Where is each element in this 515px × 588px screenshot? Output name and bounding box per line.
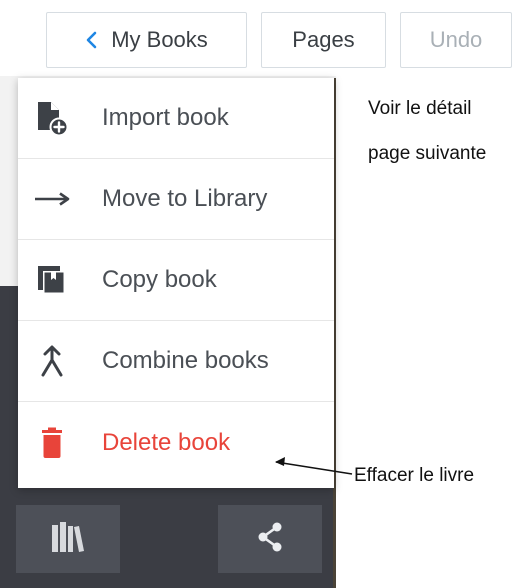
menu-item-import-book[interactable]: Import book [18,78,334,159]
menu-item-delete-book[interactable]: Delete book [18,402,334,483]
import-book-icon [32,98,72,138]
library-icon [49,520,87,559]
my-books-button[interactable]: My Books [46,12,247,68]
pages-label: Pages [292,27,355,52]
menu-item-label: Combine books [102,347,269,374]
menu-item-label: Delete book [102,428,231,456]
book-actions-menu: Import book Move to Library Copy book Co… [18,78,334,488]
annotation-see-detail: Voir le détail [368,98,472,119]
annotation-next-page: page suivante [368,143,487,164]
menu-item-combine-books[interactable]: Combine books [18,321,334,402]
copy-book-icon [32,260,72,300]
annotation-delete-book: Effacer le livre [354,465,475,486]
menu-item-move-to-library[interactable]: Move to Library [18,159,334,240]
share-button[interactable] [218,505,322,573]
my-books-label: My Books [111,27,208,52]
arrow-right-icon [32,179,72,219]
undo-label: Undo [429,27,483,52]
combine-icon [32,341,72,381]
undo-button[interactable]: Undo [400,12,512,68]
menu-item-label: Import book [102,104,229,131]
library-button[interactable] [16,505,120,573]
trash-icon [32,423,72,463]
share-icon [255,521,285,558]
menu-item-label: Copy book [102,266,217,293]
pages-button[interactable]: Pages [261,12,386,68]
chevron-left-icon [85,31,97,49]
menu-item-copy-book[interactable]: Copy book [18,240,334,321]
menu-item-label: Move to Library [102,185,268,212]
